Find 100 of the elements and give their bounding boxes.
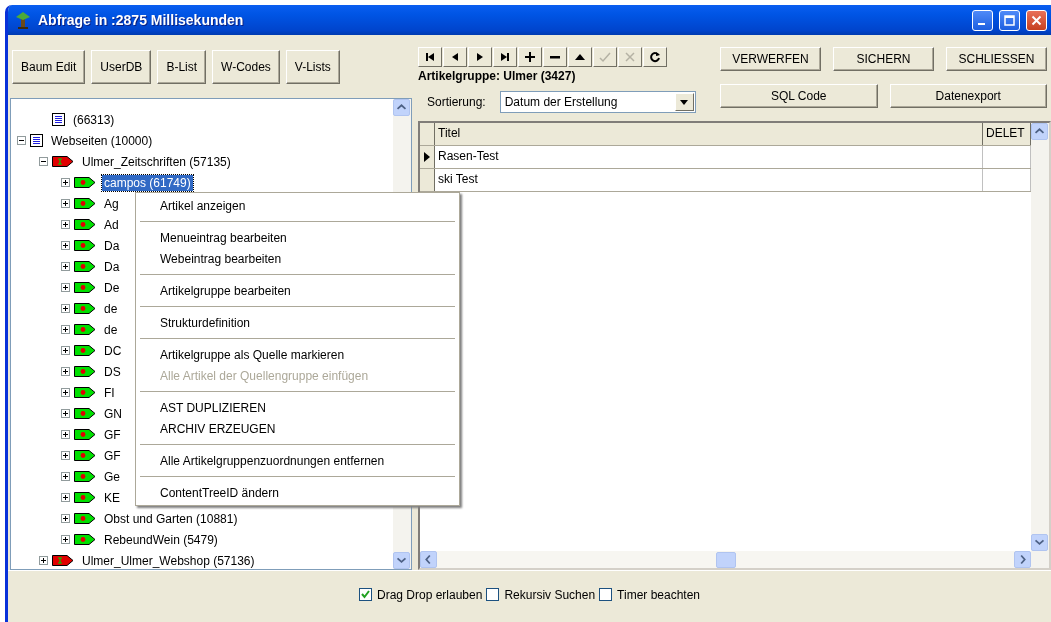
tree-item[interactable]: campos (61749)	[102, 174, 193, 191]
tree-item[interactable]: GN	[102, 405, 124, 422]
action-button[interactable]: SCHLIESSEN	[946, 47, 1047, 71]
navigator-button[interactable]	[568, 47, 592, 67]
navigator-button[interactable]	[418, 47, 442, 67]
expand-toggle[interactable]	[61, 514, 70, 523]
expand-toggle[interactable]	[61, 283, 70, 292]
menu-item[interactable]: Webeintrag bearbeiten	[136, 248, 459, 269]
expand-toggle[interactable]	[61, 325, 70, 334]
checkbox[interactable]	[599, 588, 613, 601]
expand-toggle[interactable]	[61, 262, 70, 271]
tree-item[interactable]: Ulmer_Ulmer_Webshop (57136)	[80, 552, 257, 569]
tree-item[interactable]: de	[102, 321, 120, 338]
tree-item[interactable]: Ad	[102, 216, 121, 233]
toolbar-button[interactable]: V-Lists	[285, 50, 340, 84]
tree-item[interactable]: De	[102, 279, 122, 296]
action-button[interactable]: Datenexport	[889, 83, 1047, 108]
column-header[interactable]: Titel	[435, 123, 983, 145]
menu-item[interactable]: AST DUPLIZIEREN	[136, 397, 459, 418]
tree-item[interactable]: Ag	[102, 195, 121, 212]
expand-toggle[interactable]	[61, 472, 70, 481]
action-button[interactable]: SQL Code	[720, 83, 878, 108]
action-button[interactable]: SICHERN	[833, 47, 934, 71]
tree-item[interactable]: FI	[102, 384, 117, 401]
checkbox-label: Drag Drop erlauben	[376, 587, 483, 602]
action-button[interactable]: VERWERFEN	[720, 47, 821, 71]
menu-item[interactable]: Artikelgruppe als Quelle markieren	[136, 344, 459, 365]
maximize-icon	[1004, 14, 1015, 26]
checkbox[interactable]	[486, 588, 500, 601]
minimize-button[interactable]	[972, 9, 993, 31]
menu-item[interactable]: ARCHIV ERZEUGEN	[136, 418, 459, 439]
expand-toggle[interactable]	[61, 367, 70, 376]
expand-toggle[interactable]	[61, 199, 70, 208]
toolbar-button[interactable]: UserDB	[91, 50, 152, 84]
tree-item[interactable]: Da	[102, 237, 122, 254]
table-cell: Rasen-Test	[435, 146, 983, 168]
menu-item[interactable]: Artikel anzeigen	[136, 195, 459, 216]
tree-item[interactable]: DS	[102, 363, 123, 380]
tree-item[interactable]: GF	[102, 447, 123, 464]
navigator-button[interactable]	[543, 47, 567, 67]
check-icon	[598, 50, 612, 64]
navigator-button[interactable]	[493, 47, 517, 67]
plus-icon	[523, 50, 537, 64]
tree-item[interactable]: RebeundWein (5479)	[102, 531, 220, 548]
app-icon	[14, 10, 32, 30]
dropdown-arrow-icon	[680, 99, 689, 105]
tree-item[interactable]: GF	[102, 426, 123, 443]
vertical-scrollbar[interactable]	[1031, 123, 1049, 568]
scroll-thumb[interactable]	[715, 551, 736, 568]
navigator-button[interactable]	[518, 47, 542, 67]
tree-item[interactable]: KE	[102, 489, 122, 506]
menu-item[interactable]: Menueintrag bearbeiten	[136, 227, 459, 248]
expand-toggle[interactable]	[61, 409, 70, 418]
tree-item[interactable]: DC	[102, 342, 124, 359]
column-header[interactable]: DELET	[983, 123, 1031, 145]
toolbar-button[interactable]: B-List	[157, 50, 207, 84]
expand-toggle[interactable]	[61, 493, 70, 502]
x-icon	[623, 50, 637, 64]
navigator-button[interactable]	[643, 47, 667, 67]
expand-toggle[interactable]	[61, 178, 70, 187]
tree-item[interactable]: de	[102, 300, 120, 317]
toolbar-button[interactable]: Baum Edit	[12, 50, 86, 84]
sort-label: Sortierung:	[427, 95, 486, 109]
navigator-button[interactable]	[443, 47, 467, 67]
check-icon	[360, 590, 370, 599]
navigator-button[interactable]	[468, 47, 492, 67]
maximize-button[interactable]	[999, 9, 1020, 31]
tree-item[interactable]: Obst und Garten (10881)	[102, 510, 240, 527]
minimize-icon	[977, 23, 985, 25]
tree-item[interactable]: Webseiten (10000)	[49, 132, 155, 149]
checkbox-label: Timer beachten	[617, 587, 701, 602]
tree-item[interactable]: (66313)	[71, 111, 117, 128]
collapse-toggle[interactable]	[39, 157, 48, 166]
checkbox[interactable]	[358, 588, 372, 601]
tree-item[interactable]: Ulmer_Zeitschriften (57135)	[80, 153, 233, 170]
tree-item[interactable]: Da	[102, 258, 122, 275]
expand-toggle[interactable]	[61, 388, 70, 397]
sort-dropdown[interactable]: Datum der Erstellung	[499, 91, 696, 113]
close-button[interactable]	[1026, 9, 1047, 31]
menu-item[interactable]: ContentTreeID ändern	[136, 482, 459, 503]
expand-toggle[interactable]	[61, 451, 70, 460]
expand-toggle[interactable]	[39, 556, 48, 565]
tree-item[interactable]: Ge	[102, 468, 122, 485]
collapse-toggle[interactable]	[17, 136, 26, 145]
expand-toggle[interactable]	[61, 430, 70, 439]
expand-toggle[interactable]	[61, 535, 70, 544]
expand-toggle[interactable]	[61, 241, 70, 250]
horizontal-scrollbar[interactable]	[420, 551, 1031, 568]
expand-toggle[interactable]	[61, 304, 70, 313]
menu-item[interactable]: Artikelgruppe bearbeiten	[136, 280, 459, 301]
expand-toggle[interactable]	[61, 346, 70, 355]
checkbox-label: Rekursiv Suchen	[504, 587, 596, 602]
menu-item[interactable]: Strukturdefinition	[136, 312, 459, 333]
last-record-icon	[498, 50, 512, 64]
tag-icon	[52, 156, 74, 167]
expand-toggle[interactable]	[61, 220, 70, 229]
menu-item[interactable]: Alle Artikelgruppenzuordnungen entfernen	[136, 450, 459, 471]
close-icon	[1031, 14, 1042, 26]
toolbar-button[interactable]: W-Codes	[212, 50, 280, 84]
document-icon	[52, 113, 65, 126]
